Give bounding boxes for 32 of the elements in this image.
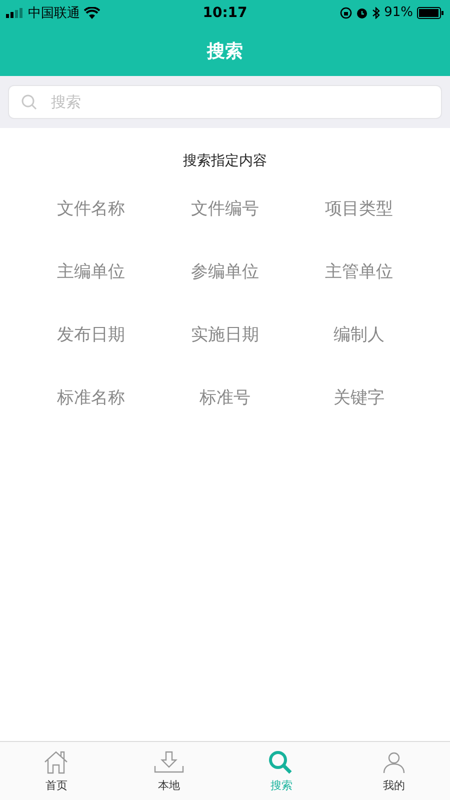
search-option[interactable]: 文件名称 <box>57 188 125 229</box>
status-time: 10:17 <box>202 4 248 20</box>
search-option[interactable]: 主编单位 <box>57 251 125 292</box>
search-option[interactable]: 参编单位 <box>191 251 259 292</box>
carrier-name: 中国联通 <box>28 4 80 22</box>
search-option[interactable]: 发布日期 <box>57 314 125 355</box>
download-icon <box>154 750 184 774</box>
battery-icon <box>417 6 444 18</box>
search-option[interactable]: 编制人 <box>334 314 384 355</box>
battery-percent: 91% <box>384 5 413 20</box>
bluetooth-icon <box>372 6 380 18</box>
house-icon <box>43 750 70 774</box>
wifi-icon <box>84 6 100 18</box>
rotation-lock-icon <box>340 6 352 18</box>
section-title: 搜索指定内容 <box>182 152 268 170</box>
tab-bar-item[interactable]: 搜索 <box>225 742 338 800</box>
search-option[interactable]: 实施日期 <box>191 314 259 355</box>
tab-bar-item[interactable]: 首页 <box>0 742 112 800</box>
search-option[interactable]: 项目类型 <box>325 188 393 229</box>
search-field[interactable]: 搜索 <box>9 86 441 118</box>
person-icon <box>382 750 406 774</box>
search-option[interactable]: 主管单位 <box>325 251 393 292</box>
signal-icon <box>6 8 24 18</box>
search-icon <box>268 750 294 774</box>
page-title: 搜索 <box>206 40 244 64</box>
search-option[interactable]: 关键字 <box>334 377 384 418</box>
search-option[interactable]: 标准号 <box>200 377 250 418</box>
search-option[interactable]: 文件编号 <box>191 188 259 229</box>
alarm-icon <box>356 6 368 18</box>
search-option[interactable]: 标准名称 <box>57 377 125 418</box>
tab-bar-item[interactable]: 我的 <box>338 742 450 800</box>
tab-bar-item[interactable]: 本地 <box>112 742 225 800</box>
